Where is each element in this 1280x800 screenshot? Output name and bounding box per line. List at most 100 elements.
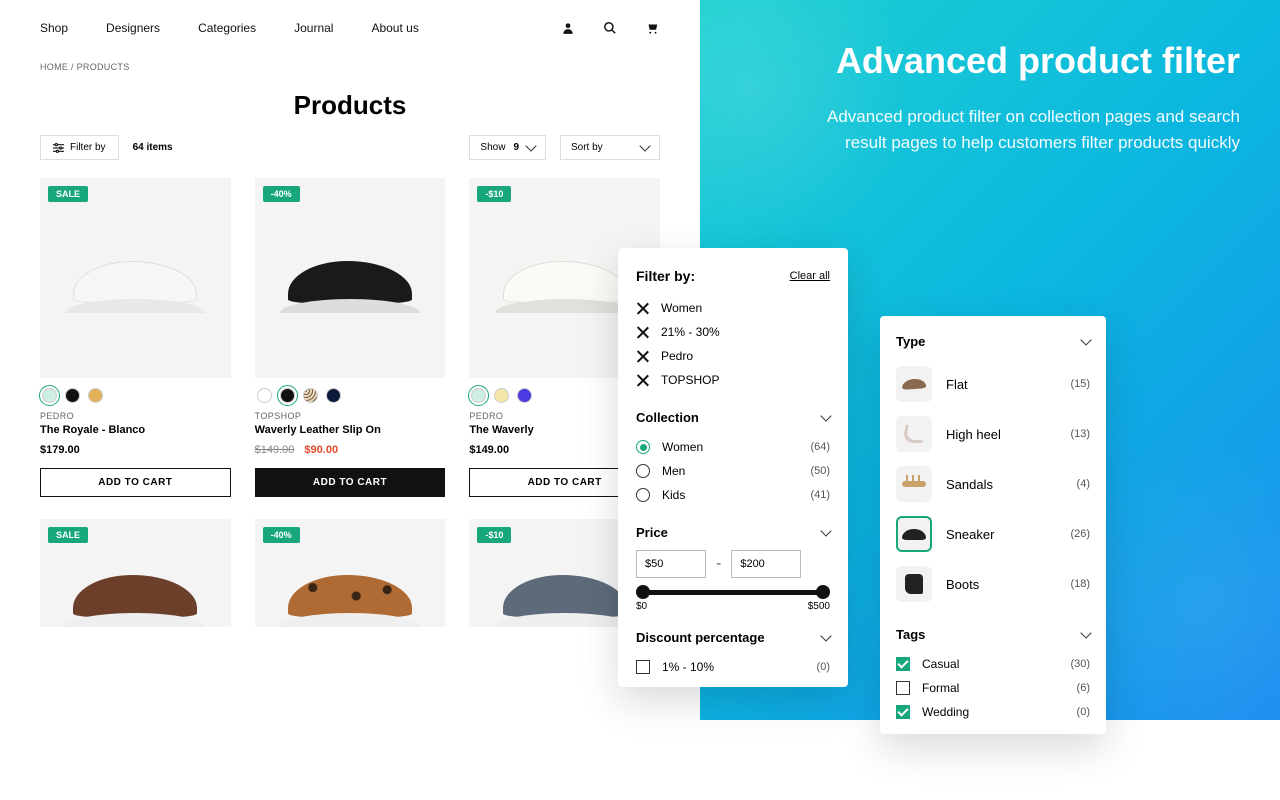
- color-swatch[interactable]: [517, 388, 532, 403]
- user-icon[interactable]: [560, 20, 576, 36]
- color-swatch[interactable]: [65, 388, 80, 403]
- chevron-down-icon: [1080, 627, 1091, 638]
- product-thumb: SALE: [40, 178, 231, 378]
- price-max-input[interactable]: [731, 550, 801, 578]
- heel-shoe-icon: [896, 416, 932, 452]
- nav-shop[interactable]: Shop: [40, 21, 68, 35]
- product-name: The Royale - Blanco: [40, 424, 231, 436]
- type-panel: Type Flat(15) High heel(13) Sandals(4) S…: [880, 316, 1106, 734]
- color-swatch[interactable]: [42, 388, 57, 403]
- chevron-down-icon: [820, 630, 831, 641]
- filter-panel: Filter by: Clear all Women 21% - 30% Ped…: [618, 248, 848, 687]
- slider-handle[interactable]: [816, 585, 830, 599]
- nav-journal[interactable]: Journal: [294, 21, 333, 35]
- checkbox-icon: [896, 705, 910, 719]
- add-to-cart-button[interactable]: ADD TO CART: [40, 468, 231, 497]
- sale-badge: SALE: [48, 527, 88, 543]
- vendor-label: TOPSHOP: [255, 411, 446, 421]
- price-min-input[interactable]: [636, 550, 706, 578]
- vendor-label: PEDRO: [40, 411, 231, 421]
- collection-option[interactable]: Women(64): [636, 435, 830, 459]
- nav-about[interactable]: About us: [371, 21, 418, 35]
- collection-option[interactable]: Men(50): [636, 459, 830, 483]
- color-swatch[interactable]: [494, 388, 509, 403]
- price-compare: $149.00: [255, 444, 295, 456]
- active-filter-chip[interactable]: 21% - 30%: [636, 320, 830, 344]
- discount-badge: -40%: [263, 527, 300, 543]
- tag-option[interactable]: Casual(30): [896, 652, 1090, 676]
- color-swatch[interactable]: [326, 388, 341, 403]
- product-price: $149.00: [469, 444, 509, 456]
- chevron-down-icon: [820, 410, 831, 421]
- nav-designers[interactable]: Designers: [106, 21, 160, 35]
- close-icon: [636, 374, 649, 387]
- radio-icon: [636, 488, 650, 502]
- active-filter-chip[interactable]: Women: [636, 296, 830, 320]
- nav-categories[interactable]: Categories: [198, 21, 256, 35]
- sort-label: Sort by: [571, 142, 603, 153]
- discount-badge: -$10: [477, 186, 511, 202]
- product-card[interactable]: -40% TOPSHOP Waverly Leather Slip On $14…: [255, 178, 446, 497]
- item-count: 64 items: [133, 142, 173, 153]
- type-option[interactable]: Flat(15): [896, 359, 1090, 409]
- search-icon[interactable]: [602, 20, 618, 36]
- flat-shoe-icon: [896, 366, 932, 402]
- close-icon: [636, 326, 649, 339]
- price-slider[interactable]: [638, 590, 828, 595]
- chevron-down-icon: [1080, 334, 1091, 345]
- tag-option[interactable]: Wedding(0): [896, 700, 1090, 724]
- page-title: Products: [40, 90, 660, 121]
- clear-all-link[interactable]: Clear all: [790, 270, 830, 282]
- type-option[interactable]: Boots(18): [896, 559, 1090, 609]
- close-icon: [636, 302, 649, 315]
- price-section-header[interactable]: Price: [636, 525, 830, 540]
- tags-section-header[interactable]: Tags: [896, 627, 1090, 642]
- color-swatch[interactable]: [303, 388, 318, 403]
- checkbox-icon: [896, 681, 910, 695]
- filter-by-label: Filter by: [70, 142, 106, 153]
- active-filter-chip[interactable]: Pedro: [636, 344, 830, 368]
- slider-handle[interactable]: [636, 585, 650, 599]
- discount-section-header[interactable]: Discount percentage: [636, 630, 830, 645]
- price-sale: $90.00: [304, 444, 338, 456]
- collection-toolbar: Filter by 64 items Show 9 Sort by: [40, 135, 660, 160]
- show-label: Show: [480, 142, 505, 153]
- filter-by-button[interactable]: Filter by: [40, 135, 119, 160]
- add-to-cart-button[interactable]: ADD TO CART: [255, 468, 446, 497]
- radio-icon: [636, 464, 650, 478]
- color-swatch[interactable]: [88, 388, 103, 403]
- type-option[interactable]: High heel(13): [896, 409, 1090, 459]
- promo-body: Advanced product filter on collection pa…: [810, 104, 1240, 157]
- collection-section-header[interactable]: Collection: [636, 410, 830, 425]
- chevron-down-icon: [639, 140, 650, 151]
- shoe-icon: [65, 557, 205, 627]
- checkbox-icon: [636, 660, 650, 674]
- active-filter-chip[interactable]: TOPSHOP: [636, 368, 830, 392]
- collection-option[interactable]: Kids(41): [636, 483, 830, 507]
- shoe-icon: [495, 243, 635, 313]
- tag-option[interactable]: Formal(6): [896, 676, 1090, 700]
- discount-badge: -$10: [477, 527, 511, 543]
- product-card[interactable]: -40%: [255, 519, 446, 627]
- product-card[interactable]: SALE PEDRO The Royale - Blanco $179.00 A…: [40, 178, 231, 497]
- color-swatch[interactable]: [471, 388, 486, 403]
- chip-label: 21% - 30%: [661, 325, 720, 339]
- type-section-header[interactable]: Type: [896, 334, 1090, 349]
- discount-option[interactable]: 1% - 10%(0): [636, 655, 830, 679]
- sort-select[interactable]: Sort by: [560, 135, 660, 160]
- type-option[interactable]: Sneaker(26): [896, 509, 1090, 559]
- color-swatch[interactable]: [257, 388, 272, 403]
- product-thumb: -40%: [255, 519, 446, 627]
- top-nav: Shop Designers Categories Journal About …: [40, 0, 660, 56]
- chip-label: TOPSHOP: [661, 373, 719, 387]
- promo-title: Advanced product filter: [810, 40, 1240, 82]
- color-swatch[interactable]: [280, 388, 295, 403]
- product-card[interactable]: SALE: [40, 519, 231, 627]
- checkbox-icon: [896, 657, 910, 671]
- close-icon: [636, 350, 649, 363]
- shoe-icon: [280, 557, 420, 627]
- show-select[interactable]: Show 9: [469, 135, 546, 160]
- range-dash: -: [716, 555, 721, 573]
- type-option[interactable]: Sandals(4): [896, 459, 1090, 509]
- cart-icon[interactable]: [644, 20, 660, 36]
